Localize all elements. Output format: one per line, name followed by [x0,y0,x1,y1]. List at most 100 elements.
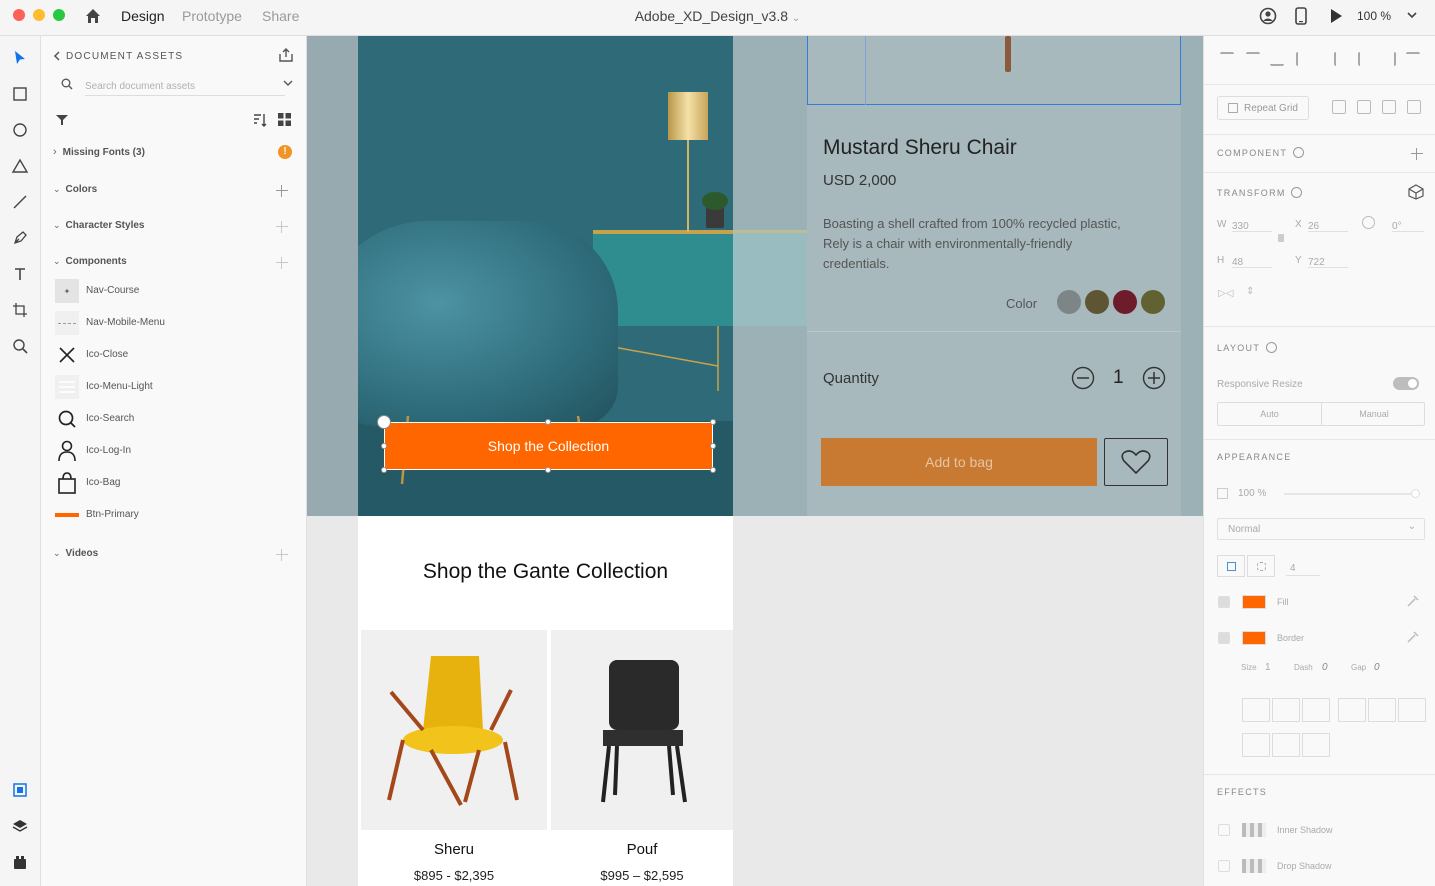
component-ico-menu-light[interactable]: Ico-Menu-Light [55,375,285,399]
component-ico-bag[interactable]: Ico-Bag [55,471,285,495]
rectangle-tool-icon[interactable] [10,84,30,104]
join-round-icon[interactable] [1368,698,1396,722]
components-section[interactable]: ⌄ Components [53,256,127,267]
ellipse-tool-icon[interactable] [10,120,30,140]
plugins-panel-icon[interactable] [10,852,30,872]
fill-checkbox[interactable] [1218,596,1230,608]
stroke-center-icon[interactable] [1272,698,1300,722]
chevron-down-icon[interactable]: ⌄ [792,13,800,24]
lock-aspect-icon[interactable] [1278,234,1284,242]
border-color-swatch[interactable] [1242,631,1266,645]
layout-info-icon[interactable] [1266,342,1277,353]
color-swatch-burgundy[interactable] [1113,290,1137,314]
minimize-window-button[interactable] [33,9,45,21]
y-input[interactable]: 722 [1308,252,1348,268]
cap-round-icon[interactable] [1272,733,1300,757]
colors-section[interactable]: ⌄ Colors [53,184,97,195]
assets-panel-icon[interactable] [10,780,30,800]
manual-option[interactable]: Manual [1322,403,1426,425]
align-right-icon[interactable] [1382,52,1396,66]
character-styles-section[interactable]: ⌄ Character Styles [53,220,144,231]
boolean-add-icon[interactable] [1332,100,1346,114]
layers-panel-icon[interactable] [10,816,30,836]
transform-info-icon[interactable] [1291,187,1302,198]
selection-handle[interactable] [381,467,387,473]
align-middle-icon[interactable] [1246,52,1260,66]
color-swatch-grey[interactable] [1057,290,1081,314]
videos-section[interactable]: ⌄ Videos [53,548,98,559]
component-nav-course[interactable]: ✦ Nav-Course [55,279,285,303]
boolean-subtract-icon[interactable] [1357,100,1371,114]
missing-fonts-row[interactable]: › Missing Fonts (3) [53,146,145,158]
add-character-style-icon[interactable] [276,221,288,233]
product-tile-pouf[interactable] [551,630,733,830]
grid-view-icon[interactable] [278,113,291,126]
height-input[interactable]: 48 [1232,252,1272,268]
select-tool-icon[interactable] [10,48,30,68]
flip-vertical-icon[interactable]: ⇕ [1246,286,1254,297]
corner-per-radius-button[interactable] [1247,555,1275,577]
export-share-icon[interactable] [278,47,294,63]
stroke-outer-icon[interactable] [1302,698,1330,722]
boolean-exclude-icon[interactable] [1407,100,1421,114]
color-swatch-moss[interactable] [1141,290,1165,314]
border-eyedropper-icon[interactable] [1406,630,1420,644]
component-ico-search[interactable]: Ico-Search [55,407,285,431]
collection-artboard[interactable]: Shop the Gante Collection Sheru Pouf $89… [358,516,733,886]
product-tile-sheru[interactable] [361,630,547,830]
drop-shadow-checkbox[interactable] [1218,860,1230,872]
stroke-inner-icon[interactable] [1242,698,1270,722]
cap-square-icon[interactable] [1302,733,1330,757]
x-input[interactable]: 26 [1308,216,1348,232]
device-preview-icon[interactable] [1294,7,1308,25]
component-ico-close[interactable]: Ico-Close [55,343,285,367]
component-ico-log-in[interactable]: Ico-Log-In [55,439,285,463]
add-video-icon[interactable] [276,549,288,561]
add-color-icon[interactable] [276,185,288,197]
artboard-tool-icon[interactable] [10,300,30,320]
line-tool-icon[interactable] [10,192,30,212]
add-to-bag-button[interactable]: Add to bag [821,438,1097,486]
wishlist-button[interactable] [1104,438,1168,486]
hero-artboard[interactable]: Shop the Collection [358,36,733,516]
corner-single-radius-button[interactable] [1217,555,1245,577]
back-chevron-icon[interactable] [53,51,61,61]
auto-option[interactable]: Auto [1218,403,1322,425]
opacity-value[interactable]: 100 % [1238,488,1266,499]
distribute-horizontal-icon[interactable] [1406,52,1420,66]
responsive-resize-toggle[interactable] [1393,377,1419,390]
tab-prototype[interactable]: Prototype [182,8,242,24]
warning-icon[interactable]: ! [278,145,292,159]
border-dash-value[interactable]: 0 [1322,662,1328,673]
user-account-icon[interactable] [1259,7,1277,25]
opacity-slider[interactable] [1284,489,1420,498]
quantity-value[interactable]: 1 [1113,367,1124,389]
play-preview-icon[interactable] [1329,8,1343,24]
home-icon[interactable] [84,7,102,25]
join-miter-icon[interactable] [1338,698,1366,722]
selection-handle[interactable] [545,467,551,473]
design-canvas[interactable]: Shop the Collection Mustard Sheru Chair … [307,36,1203,886]
color-swatch-olive[interactable] [1085,290,1109,314]
rotation-input[interactable]: 0° [1392,216,1424,232]
filter-icon[interactable] [56,114,68,126]
border-gap-value[interactable]: 0 [1374,662,1380,673]
product-detail-card[interactable]: Mustard Sheru Chair USD 2,000 Boasting a… [807,36,1181,516]
selection-handle[interactable] [381,443,387,449]
tab-share[interactable]: Share [262,8,299,24]
document-title[interactable]: Adobe_XD_Design_v3.8 [635,8,788,24]
width-input[interactable]: 330 [1232,216,1272,232]
component-btn-primary[interactable]: Btn-Primary [55,503,285,527]
component-lock-icon[interactable] [377,415,391,429]
corner-radius-input[interactable]: 4 [1286,558,1320,576]
border-checkbox[interactable] [1218,632,1230,644]
repeat-grid-button[interactable]: Repeat Grid [1217,96,1309,120]
selection-handle[interactable] [710,443,716,449]
3d-transform-icon[interactable] [1408,184,1424,200]
flip-horizontal-icon[interactable]: ▷◁ [1218,288,1233,299]
component-nav-mobile-menu[interactable]: Nav-Mobile-Menu [55,311,285,335]
align-center-icon[interactable] [1358,52,1372,66]
sort-icon[interactable] [253,113,267,127]
close-window-button[interactable] [13,9,25,21]
search-assets-input[interactable]: Search document assets [85,76,285,96]
